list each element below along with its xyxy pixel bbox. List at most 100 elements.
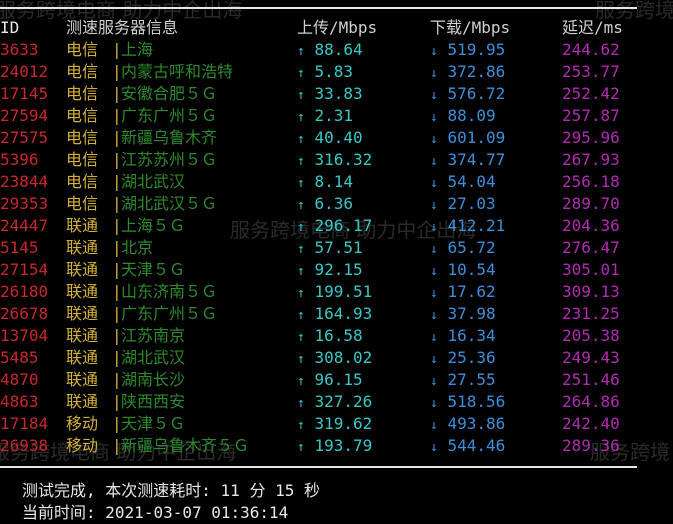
- table-row: 13704 联通 | 江苏南京 ↑ 16.58 ↓ 16.34 205.38: [0, 325, 673, 347]
- upload-value: 2.31: [314, 106, 353, 125]
- header-download: 下载/Mbps: [430, 18, 511, 37]
- location: 内蒙古呼和浩特: [121, 62, 234, 81]
- upload-speed: ↑ 5.83: [297, 61, 353, 85]
- header-server: 测速服务器信息: [66, 18, 179, 37]
- arrow-down-icon: ↓: [430, 440, 438, 455]
- arrow-down-icon: ↓: [430, 308, 438, 323]
- upload-speed: ↑ 327.26: [297, 391, 372, 415]
- download-speed: ↓ 519.95: [430, 39, 505, 63]
- latency: 251.46: [562, 370, 620, 389]
- minutes-unit: 分: [249, 481, 266, 500]
- arrow-up-icon: ↑: [297, 88, 305, 103]
- download-value: 17.62: [447, 282, 496, 301]
- arrow-down-icon: ↓: [430, 198, 438, 213]
- isp: 电信: [66, 106, 99, 125]
- upload-value: 308.02: [314, 348, 373, 367]
- location: 湖北武汉５Ｇ: [121, 194, 218, 213]
- upload-speed: ↑ 16.58: [297, 325, 363, 349]
- isp: 电信: [66, 194, 99, 213]
- latency: 289.70: [562, 194, 620, 213]
- duration-minutes: 11: [220, 481, 240, 500]
- table-row: 26938 移动 | 新疆乌鲁木齐５Ｇ ↑ 193.79 ↓ 544.46 289.36: [0, 435, 673, 457]
- download-speed: ↓ 16.34: [430, 325, 496, 349]
- download-value: 65.72: [447, 238, 496, 257]
- arrow-up-icon: ↑: [297, 396, 305, 411]
- latency: 264.86: [562, 392, 620, 411]
- server-id: 5145: [0, 238, 39, 257]
- upload-speed: ↑ 193.79: [297, 435, 372, 459]
- arrow-up-icon: ↑: [297, 66, 305, 81]
- server-id: 23844: [0, 172, 49, 191]
- upload-speed: ↑ 164.93: [297, 303, 372, 327]
- download-value: 88.09: [447, 106, 496, 125]
- latency: 305.01: [562, 260, 620, 279]
- seconds-unit: 秒: [304, 481, 321, 500]
- download-value: 518.56: [447, 392, 506, 411]
- upload-value: 296.17: [314, 216, 373, 235]
- arrow-down-icon: ↓: [430, 88, 438, 103]
- download-value: 493.86: [447, 414, 506, 433]
- upload-speed: ↑ 88.64: [297, 39, 363, 63]
- table-row: 17145 电信 | 安徽合肥５Ｇ ↑ 33.83 ↓ 576.72 252.42: [0, 83, 673, 105]
- server-id: 27594: [0, 106, 49, 125]
- arrow-up-icon: ↑: [297, 286, 305, 301]
- download-speed: ↓ 10.54: [430, 259, 496, 283]
- upload-value: 199.51: [314, 282, 373, 301]
- latency: 295.96: [562, 128, 620, 147]
- upload-speed: ↑ 8.14: [297, 171, 353, 195]
- download-speed: ↓ 25.36: [430, 347, 496, 371]
- arrow-down-icon: ↓: [430, 44, 438, 59]
- isp: 联通: [66, 370, 99, 389]
- upload-speed: ↑ 308.02: [297, 347, 372, 371]
- location: 广东广州５Ｇ: [121, 304, 218, 323]
- upload-value: 33.83: [314, 84, 363, 103]
- upload-speed: ↑ 6.36: [297, 193, 353, 217]
- table-row: 27594 电信 | 广东广州５Ｇ ↑ 2.31 ↓ 88.09 257.87: [0, 105, 673, 127]
- arrow-up-icon: ↑: [297, 308, 305, 323]
- server-id: 13704: [0, 326, 49, 345]
- download-speed: ↓ 544.46: [430, 435, 505, 459]
- table-row: 3633 电信 | 上海 ↑ 88.64 ↓ 519.95 244.62: [0, 39, 673, 61]
- arrow-up-icon: ↑: [297, 352, 305, 367]
- download-value: 544.46: [447, 436, 506, 455]
- download-speed: ↓ 54.04: [430, 171, 496, 195]
- upload-value: 193.79: [314, 436, 373, 455]
- location: 上海５Ｇ: [121, 216, 186, 235]
- top-divider: [0, 7, 637, 9]
- server-id: 26678: [0, 304, 49, 323]
- arrow-up-icon: ↑: [297, 44, 305, 59]
- arrow-down-icon: ↓: [430, 264, 438, 279]
- table-row: 4863 联通 | 陕西西安 ↑ 327.26 ↓ 518.56 264.86: [0, 391, 673, 413]
- location: 天津５Ｇ: [121, 414, 186, 433]
- table-row: 24012 电信 | 内蒙古呼和浩特 ↑ 5.83 ↓ 372.86 253.77: [0, 61, 673, 83]
- header-id: ID: [0, 18, 20, 37]
- download-value: 54.04: [447, 172, 496, 191]
- download-speed: ↓ 576.72: [430, 83, 505, 107]
- arrow-up-icon: ↑: [297, 132, 305, 147]
- download-speed: ↓ 518.56: [430, 391, 505, 415]
- latency: 249.43: [562, 348, 620, 367]
- arrow-down-icon: ↓: [430, 66, 438, 81]
- latency: 242.40: [562, 414, 620, 433]
- isp: 电信: [66, 62, 99, 81]
- table-row: 29353 电信 | 湖北武汉５Ｇ ↑ 6.36 ↓ 27.03 289.70: [0, 193, 673, 215]
- location: 北京: [121, 238, 154, 257]
- arrow-up-icon: ↑: [297, 242, 305, 257]
- download-value: 372.86: [447, 62, 506, 81]
- download-speed: ↓ 27.03: [430, 193, 496, 217]
- download-speed: ↓ 372.86: [430, 61, 505, 85]
- upload-speed: ↑ 96.15: [297, 369, 363, 393]
- download-speed: ↓ 493.86: [430, 413, 505, 437]
- upload-value: 319.62: [314, 414, 373, 433]
- latency: 204.36: [562, 216, 620, 235]
- isp: 电信: [66, 128, 99, 147]
- arrow-down-icon: ↓: [430, 110, 438, 125]
- latency: 205.38: [562, 326, 620, 345]
- table-row: 26180 联通 | 山东济南５Ｇ ↑ 199.51 ↓ 17.62 309.13: [0, 281, 673, 303]
- latency: 257.87: [562, 106, 620, 125]
- server-id: 24447: [0, 216, 49, 235]
- arrow-down-icon: ↓: [430, 176, 438, 191]
- download-speed: ↓ 27.55: [430, 369, 496, 393]
- time-label: 当前时间:: [22, 503, 96, 522]
- arrow-down-icon: ↓: [430, 396, 438, 411]
